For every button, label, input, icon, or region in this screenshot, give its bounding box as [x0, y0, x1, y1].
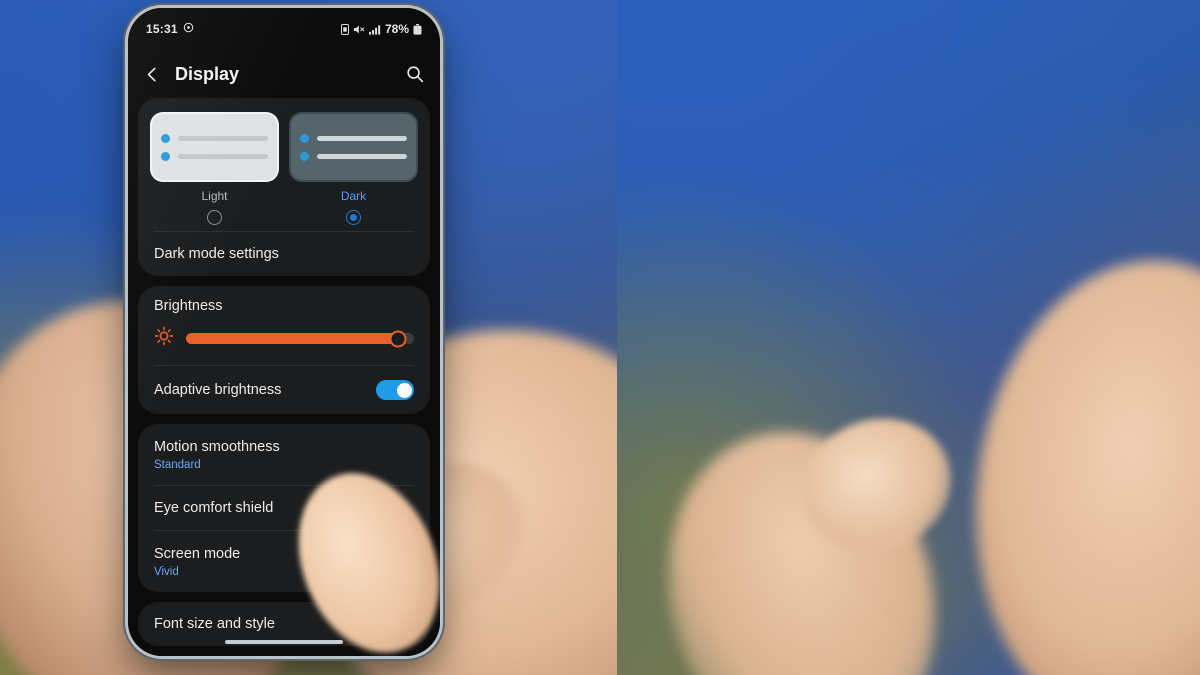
alarm-icon: [183, 22, 194, 36]
theme-picker: Light Dark: [138, 98, 430, 231]
adaptive-brightness-row[interactable]: Adaptive brightness: [138, 366, 430, 414]
left-status-bar-right: 78%: [340, 22, 422, 36]
left-status-bar: 15:31 78%: [128, 8, 440, 50]
back-icon[interactable]: [144, 66, 161, 83]
left-phone-screen: 15:31 78% Display Light Dark Dark mode s…: [128, 8, 440, 656]
light-theme-thumbnail: [152, 114, 277, 180]
brightness-card: Brightness Adaptive brightness: [138, 286, 430, 414]
left-status-bar-left: 15:31: [146, 22, 194, 36]
font-size-style-label: Font size and style: [154, 616, 275, 632]
screen-mode-label: Screen mode: [154, 546, 241, 562]
signal-bars-icon: [368, 24, 381, 35]
dark-mode-settings-row[interactable]: Dark mode settings: [138, 232, 430, 276]
right-panel: 15:43: [617, 0, 1200, 675]
mute-icon: [353, 24, 365, 35]
adaptive-brightness-label: Adaptive brightness: [154, 382, 282, 398]
theme-option-light[interactable]: Light: [152, 114, 277, 225]
brightness-fill: [186, 333, 399, 344]
brightness-track[interactable]: [186, 330, 414, 347]
screen-mode-row[interactable]: Screen mode Vivid: [138, 531, 430, 592]
brightness-sun-icon: [154, 326, 174, 351]
sim-card-icon: [340, 23, 349, 35]
dark-mode-settings-label: Dark mode settings: [154, 246, 279, 262]
motion-smoothness-label: Motion smoothness: [154, 439, 280, 455]
brightness-slider-section: Brightness: [138, 286, 430, 365]
light-theme-radio[interactable]: [207, 210, 222, 225]
left-panel: 15:31 78% Display Light Dark Dark mode s…: [0, 0, 617, 675]
eye-comfort-shield-row[interactable]: Eye comfort shield: [138, 486, 430, 530]
theme-option-dark[interactable]: Dark: [291, 114, 416, 225]
left-phone-device: 15:31 78% Display Light Dark Dark mode s…: [128, 8, 440, 656]
battery-percent-label: 78%: [384, 22, 409, 36]
eye-comfort-shield-label: Eye comfort shield: [154, 500, 274, 516]
left-home-indicator[interactable]: [225, 640, 343, 644]
page-title: Display: [175, 63, 240, 84]
status-time: 15:31: [146, 22, 178, 36]
motion-smoothness-row[interactable]: Motion smoothness Standard: [138, 424, 430, 485]
left-app-bar: Display: [128, 50, 440, 98]
screenshot-stage: 15:31 78% Display Light Dark Dark mode s…: [0, 0, 1200, 675]
dark-theme-radio[interactable]: [346, 210, 361, 225]
search-icon[interactable]: [406, 65, 424, 83]
light-theme-label: Light: [201, 189, 228, 203]
brightness-knob[interactable]: [389, 330, 407, 347]
display-settings-card: Motion smoothness Standard Eye comfort s…: [138, 424, 430, 592]
theme-card: Light Dark Dark mode settings: [138, 98, 430, 276]
dark-theme-label: Dark: [340, 189, 367, 203]
screen-mode-item: Screen mode Vivid: [154, 545, 240, 578]
dark-theme-thumbnail: [291, 114, 416, 180]
brightness-slider[interactable]: [154, 326, 414, 351]
brightness-label: Brightness: [154, 298, 223, 314]
screen-mode-value: Vivid: [154, 566, 179, 578]
motion-smoothness-value: Standard: [154, 459, 201, 471]
adaptive-brightness-toggle[interactable]: [376, 380, 414, 400]
battery-icon: [413, 23, 422, 35]
motion-smoothness-item: Motion smoothness Standard: [154, 438, 280, 471]
